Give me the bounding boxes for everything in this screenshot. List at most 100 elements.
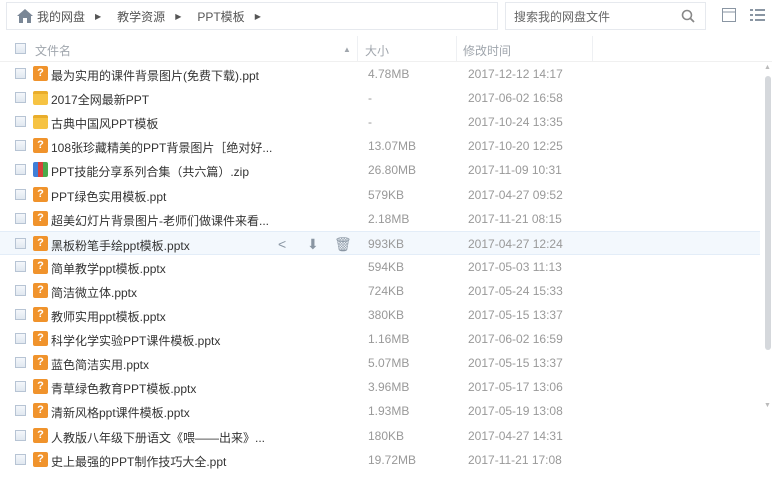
file-name[interactable]: 2017全网最新PPT <box>51 91 149 108</box>
search-icon[interactable] <box>681 9 695 23</box>
row-checkbox[interactable] <box>15 212 26 224</box>
sort-up-icon[interactable]: ▲ <box>343 45 351 54</box>
ppt-file-icon: ? <box>33 258 48 274</box>
row-checkbox[interactable] <box>15 164 26 176</box>
column-name[interactable]: 文件名 <box>35 42 71 59</box>
file-mtime: 2017-11-21 08:15 <box>468 211 562 226</box>
file-size: 1.16MB <box>368 332 410 347</box>
file-size: 19.72MB <box>368 452 417 467</box>
home-icon[interactable] <box>17 9 33 23</box>
file-mtime: 2017-12-12 14:17 <box>468 67 563 81</box>
file-row[interactable]: ? 108张珍藏精美的PPT背景图片［绝对好... 13.07MB 2017-10-2… <box>0 134 760 158</box>
ppt-file-icon: ? <box>33 307 48 322</box>
row-checkbox[interactable] <box>15 188 26 200</box>
file-mtime: 2017-11-09 10:31 <box>468 163 562 178</box>
file-name[interactable]: 史上最强的PPT制作技巧大全.ppt <box>51 453 226 470</box>
breadcrumb-item[interactable]: PPT模板 <box>197 8 244 25</box>
file-name[interactable]: 清新风格ppt课件模板.pptx <box>51 404 190 421</box>
file-name[interactable]: 人教版八年级下册语文《喂——出来》... <box>51 429 265 446</box>
file-row[interactable]: ? 人教版八年级下册语文《喂——出来》... 180KB 2017-04-27 14:… <box>0 424 760 448</box>
column-mtime[interactable]: 修改时间 <box>463 42 511 59</box>
row-checkbox[interactable] <box>15 92 26 104</box>
file-size: 1.93MB <box>368 404 410 419</box>
scrollbar-thumb[interactable] <box>765 76 771 350</box>
column-size[interactable]: 大小 <box>365 42 389 59</box>
list-view-icon[interactable] <box>750 8 765 22</box>
file-size: 5.07MB <box>368 356 410 371</box>
row-checkbox[interactable] <box>15 333 26 345</box>
table-header: 文件名 ▲ 大小 修改时间 <box>0 36 772 62</box>
download-icon[interactable]: ⬇ <box>307 236 319 253</box>
folder-icon <box>33 91 48 106</box>
row-checkbox[interactable] <box>15 309 26 320</box>
breadcrumb-item[interactable]: 教学资源 <box>117 8 165 25</box>
file-name[interactable]: 超美幻灯片背景图片-老师们做课件来看... <box>51 212 269 229</box>
file-size: 13.07MB <box>368 139 417 154</box>
file-mtime: 2017-06-02 16:59 <box>468 332 563 347</box>
file-name[interactable]: PPT技能分享系列合集（共六篇）.zip <box>51 163 249 180</box>
file-row[interactable]: ? 简单教学ppt模板.pptx 594KB 2017-05-03 11:13 <box>0 255 760 279</box>
ppt-file-icon: ? <box>33 210 48 226</box>
row-checkbox[interactable] <box>15 405 26 417</box>
file-row[interactable]: ? 清新风格ppt课件模板.pptx 1.93MB 2017-05-19 13:08 <box>0 399 760 423</box>
file-name[interactable]: 科学化学实验PPT课件模板.pptx <box>51 332 220 349</box>
row-checkbox[interactable] <box>15 429 26 441</box>
scrollbar[interactable]: ▲ ▼ <box>763 62 772 472</box>
file-mtime: 2017-04-27 12:24 <box>468 236 563 251</box>
file-row[interactable]: ? 青草绿色教育PPT模板.pptx 3.96MB 2017-05-17 13:06 <box>0 375 760 399</box>
file-row[interactable]: ? 黑板粉笔手绘ppt模板.pptx < ⬇ 🗑 993KB 2017-04-27 12:2… <box>0 230 760 255</box>
file-size: 380KB <box>368 308 405 322</box>
grid-view-icon[interactable] <box>722 8 736 22</box>
chevron-right-icon: ▶ <box>254 11 261 21</box>
file-row[interactable]: ? 科学化学实验PPT课件模板.pptx 1.16MB 2017-06-02 16:5… <box>0 327 760 351</box>
file-row[interactable]: ? 蓝色简洁实用.pptx 5.07MB 2017-05-15 13:37 <box>0 351 760 375</box>
select-all-checkbox[interactable] <box>15 43 26 54</box>
file-mtime: 2017-05-24 15:33 <box>468 283 563 298</box>
zip-file-icon <box>33 162 48 178</box>
file-row[interactable]: ? 史上最强的PPT制作技巧大全.ppt 19.72MB 2017-11-21 17:… <box>0 448 760 472</box>
chevron-right-icon: ▶ <box>175 11 182 21</box>
file-row[interactable]: 2017全网最新PPT - 2017-06-02 16:58 <box>0 86 760 110</box>
file-size: 26.80MB <box>368 163 417 178</box>
row-checkbox[interactable] <box>15 260 26 272</box>
ppt-file-icon: ? <box>33 331 48 347</box>
file-name[interactable]: 教师实用ppt模板.pptx <box>51 308 166 325</box>
row-checkbox[interactable] <box>15 453 26 465</box>
file-row[interactable]: ? 简洁微立体.pptx 724KB 2017-05-24 15:33 <box>0 279 760 303</box>
file-row[interactable]: 古典中国风PPT模板 - 2017-10-24 13:35 <box>0 110 760 134</box>
file-name[interactable]: PPT绿色实用模板.ppt <box>51 188 166 205</box>
ppt-file-icon: ? <box>33 451 48 467</box>
file-name[interactable]: 最为实用的课件背景图片(免费下载).ppt <box>51 67 259 84</box>
file-mtime: 2017-10-24 13:35 <box>468 115 563 130</box>
file-mtime: 2017-10-20 12:25 <box>468 139 563 154</box>
file-name[interactable]: 简单教学ppt模板.pptx <box>51 260 166 277</box>
ppt-file-icon: ? <box>33 427 48 443</box>
file-name[interactable]: 古典中国风PPT模板 <box>51 115 158 132</box>
ppt-file-icon: ? <box>33 379 48 395</box>
row-checkbox[interactable] <box>15 284 26 296</box>
row-checkbox[interactable] <box>15 381 26 393</box>
file-row[interactable]: PPT技能分享系列合集（共六篇）.zip 26.80MB 2017-11-09 10… <box>0 158 760 182</box>
search-input[interactable]: 搜索我的网盘文件 <box>505 2 706 30</box>
row-checkbox[interactable] <box>15 140 26 152</box>
row-checkbox[interactable] <box>15 357 26 369</box>
share-icon[interactable]: < <box>278 236 286 252</box>
file-size: - <box>368 91 372 106</box>
delete-icon[interactable]: 🗑 <box>334 236 352 253</box>
file-size: 3.96MB <box>368 380 410 395</box>
file-name[interactable]: 108张珍藏精美的PPT背景图片［绝对好... <box>51 139 272 156</box>
file-row[interactable]: ? PPT绿色实用模板.ppt 579KB 2017-04-27 09:52 <box>0 183 760 207</box>
file-row[interactable]: ? 教师实用ppt模板.pptx 380KB 2017-05-15 13:37 <box>0 303 760 327</box>
file-row[interactable]: ? 最为实用的课件背景图片(免费下载).ppt 4.78MB 2017-12-12 1… <box>0 62 760 86</box>
breadcrumb-item[interactable]: 我的网盘 <box>37 8 85 25</box>
row-checkbox[interactable] <box>15 237 26 249</box>
file-name[interactable]: 蓝色简洁实用.pptx <box>51 356 149 373</box>
file-name[interactable]: 青草绿色教育PPT模板.pptx <box>51 380 196 397</box>
file-name[interactable]: 简洁微立体.pptx <box>51 284 137 301</box>
file-size: - <box>368 115 372 130</box>
row-checkbox[interactable] <box>15 68 26 79</box>
file-name[interactable]: 黑板粉笔手绘ppt模板.pptx <box>51 237 190 254</box>
file-row[interactable]: ? 超美幻灯片背景图片-老师们做课件来看... 2.18MB 2017-11-21 0… <box>0 207 760 231</box>
row-checkbox[interactable] <box>15 116 26 128</box>
folder-icon <box>33 115 48 130</box>
